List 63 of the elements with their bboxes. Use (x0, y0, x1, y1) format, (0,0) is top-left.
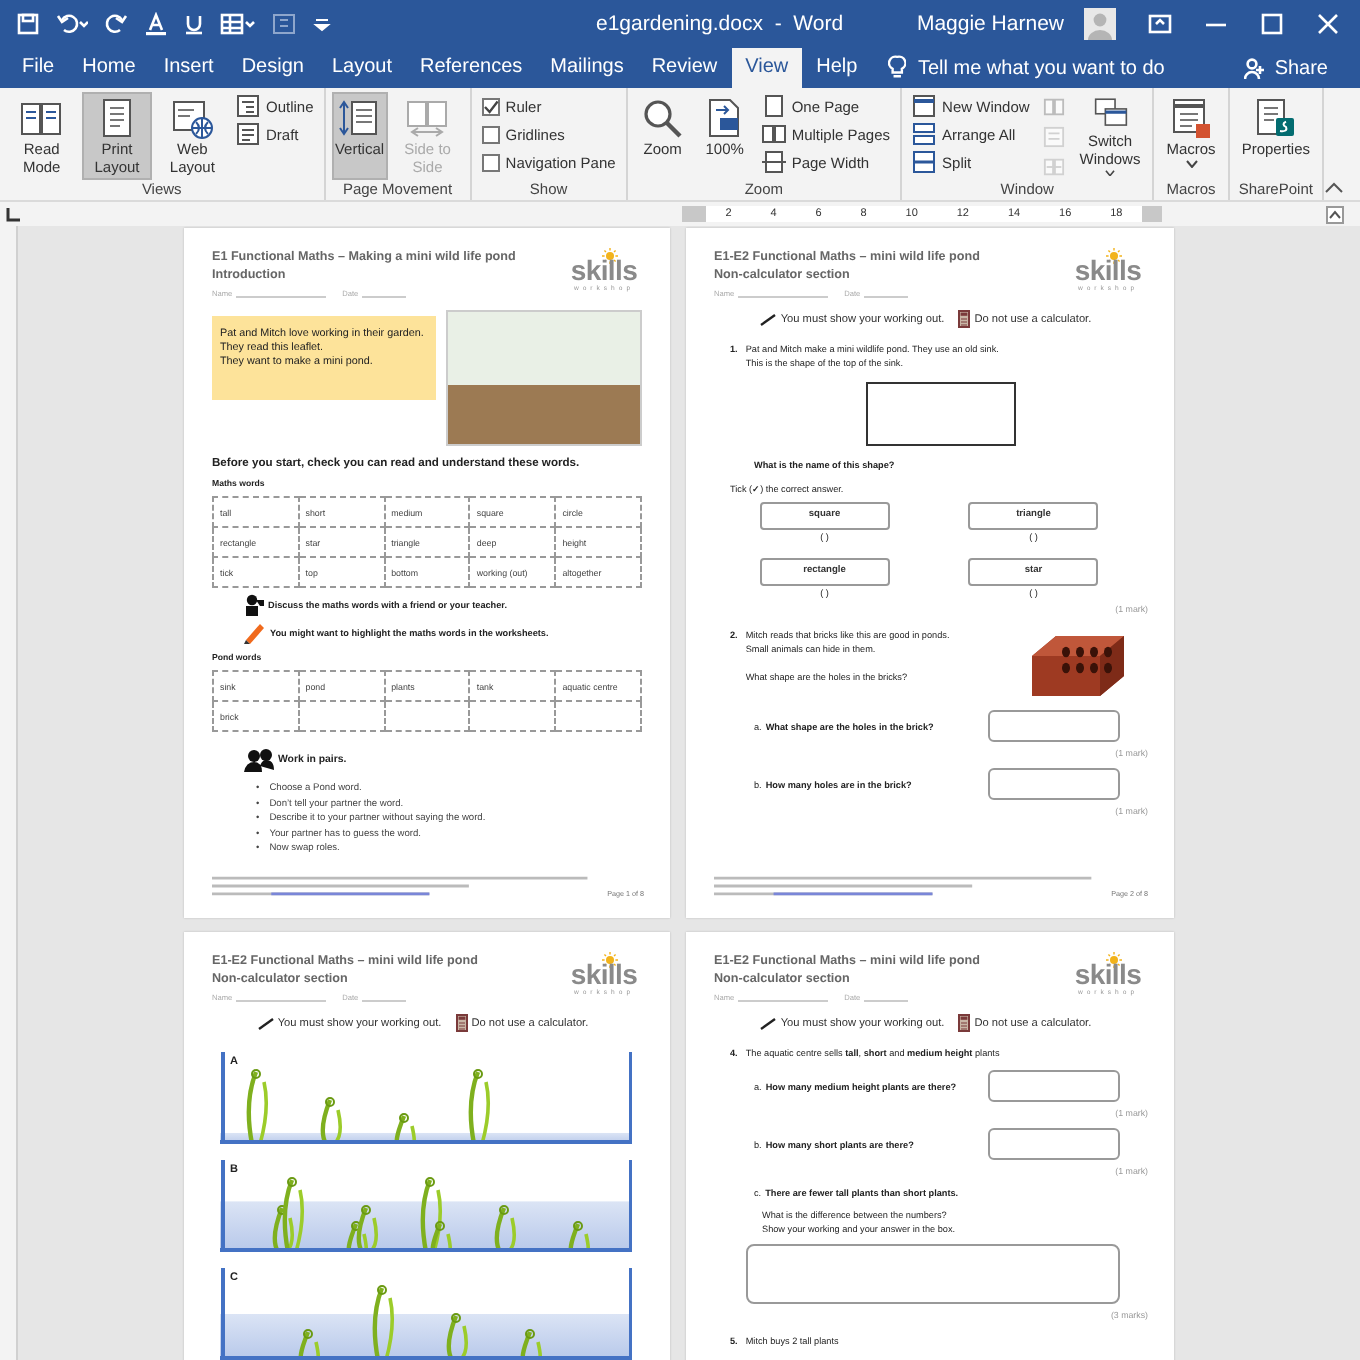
menu-tab[interactable]: File (8, 48, 69, 88)
collapse-ribbon-icon[interactable] (1324, 182, 1344, 194)
calculator-icon (455, 1014, 468, 1032)
one-page-icon (761, 94, 786, 118)
menu-tab[interactable]: Mailings (536, 48, 638, 88)
layout-icon[interactable] (272, 12, 296, 36)
ribbon-display-icon[interactable] (1148, 12, 1172, 36)
macros-icon (1168, 96, 1215, 140)
table-cell (469, 701, 556, 731)
new-window-icon (912, 94, 937, 118)
draft-icon (236, 122, 261, 146)
pencil-icon (257, 1017, 274, 1029)
outline-icon (236, 94, 261, 118)
table-cell (555, 701, 641, 731)
person-icon (1244, 57, 1267, 79)
logo-text: skills (570, 258, 638, 284)
split-icon (912, 150, 937, 174)
menu-tab[interactable]: Design (227, 48, 318, 88)
save-icon[interactable] (16, 12, 40, 36)
multiple-pages-icon (761, 122, 786, 146)
search-field[interactable]: Tell me what you want to do (911, 48, 1233, 88)
highlighter-icon (244, 622, 266, 644)
web-page-icon (169, 96, 216, 140)
properties-icon (1252, 96, 1299, 140)
pencil-icon (760, 1017, 777, 1029)
calculator-icon (958, 1014, 971, 1032)
underline-icon[interactable] (184, 12, 204, 36)
table-cell (298, 701, 385, 731)
menu-tab[interactable]: Insert (149, 48, 228, 88)
redo-icon[interactable] (104, 12, 128, 36)
menu-tab[interactable]: Help (802, 48, 872, 88)
zoom-icon (639, 96, 686, 140)
caret-icon (1185, 160, 1198, 168)
window-title: e1gardening.docx - Word (594, 12, 846, 36)
menu-tab[interactable]: View (731, 48, 803, 88)
ruler-toggle-icon[interactable] (1326, 205, 1344, 223)
menu-tab[interactable]: Review (637, 48, 732, 88)
vertical-pages-icon (336, 96, 383, 140)
font-color-icon[interactable] (144, 12, 168, 36)
logo-text: skills (570, 962, 638, 988)
pencil-icon (760, 313, 777, 325)
user-name: Maggie Harnew (916, 12, 1064, 36)
tab-selector-icon[interactable] (4, 205, 22, 223)
menu-tab[interactable]: Layout (317, 48, 406, 88)
menu-tab[interactable]: Home (68, 48, 150, 88)
share-button[interactable]: Share (1232, 48, 1340, 88)
page-width-icon (761, 150, 786, 174)
menu-tab[interactable]: References (406, 48, 537, 88)
close-icon[interactable] (1316, 12, 1340, 36)
arrange-all-icon (912, 122, 937, 146)
logo-text: skills (1074, 258, 1142, 284)
table-icon[interactable] (220, 12, 256, 36)
table-cell (384, 701, 470, 731)
two-people-icon (244, 748, 274, 772)
maximize-icon[interactable] (1260, 12, 1284, 36)
logo-text: skills (1074, 962, 1142, 988)
lightbulb-icon[interactable] (887, 54, 906, 80)
people-talking-icon (244, 594, 264, 616)
checkmark-icon (481, 97, 500, 115)
caret-icon (1104, 169, 1116, 176)
undo-icon[interactable] (56, 12, 88, 36)
calculator-icon (958, 310, 971, 328)
side-by-side-pages-icon (404, 96, 451, 140)
